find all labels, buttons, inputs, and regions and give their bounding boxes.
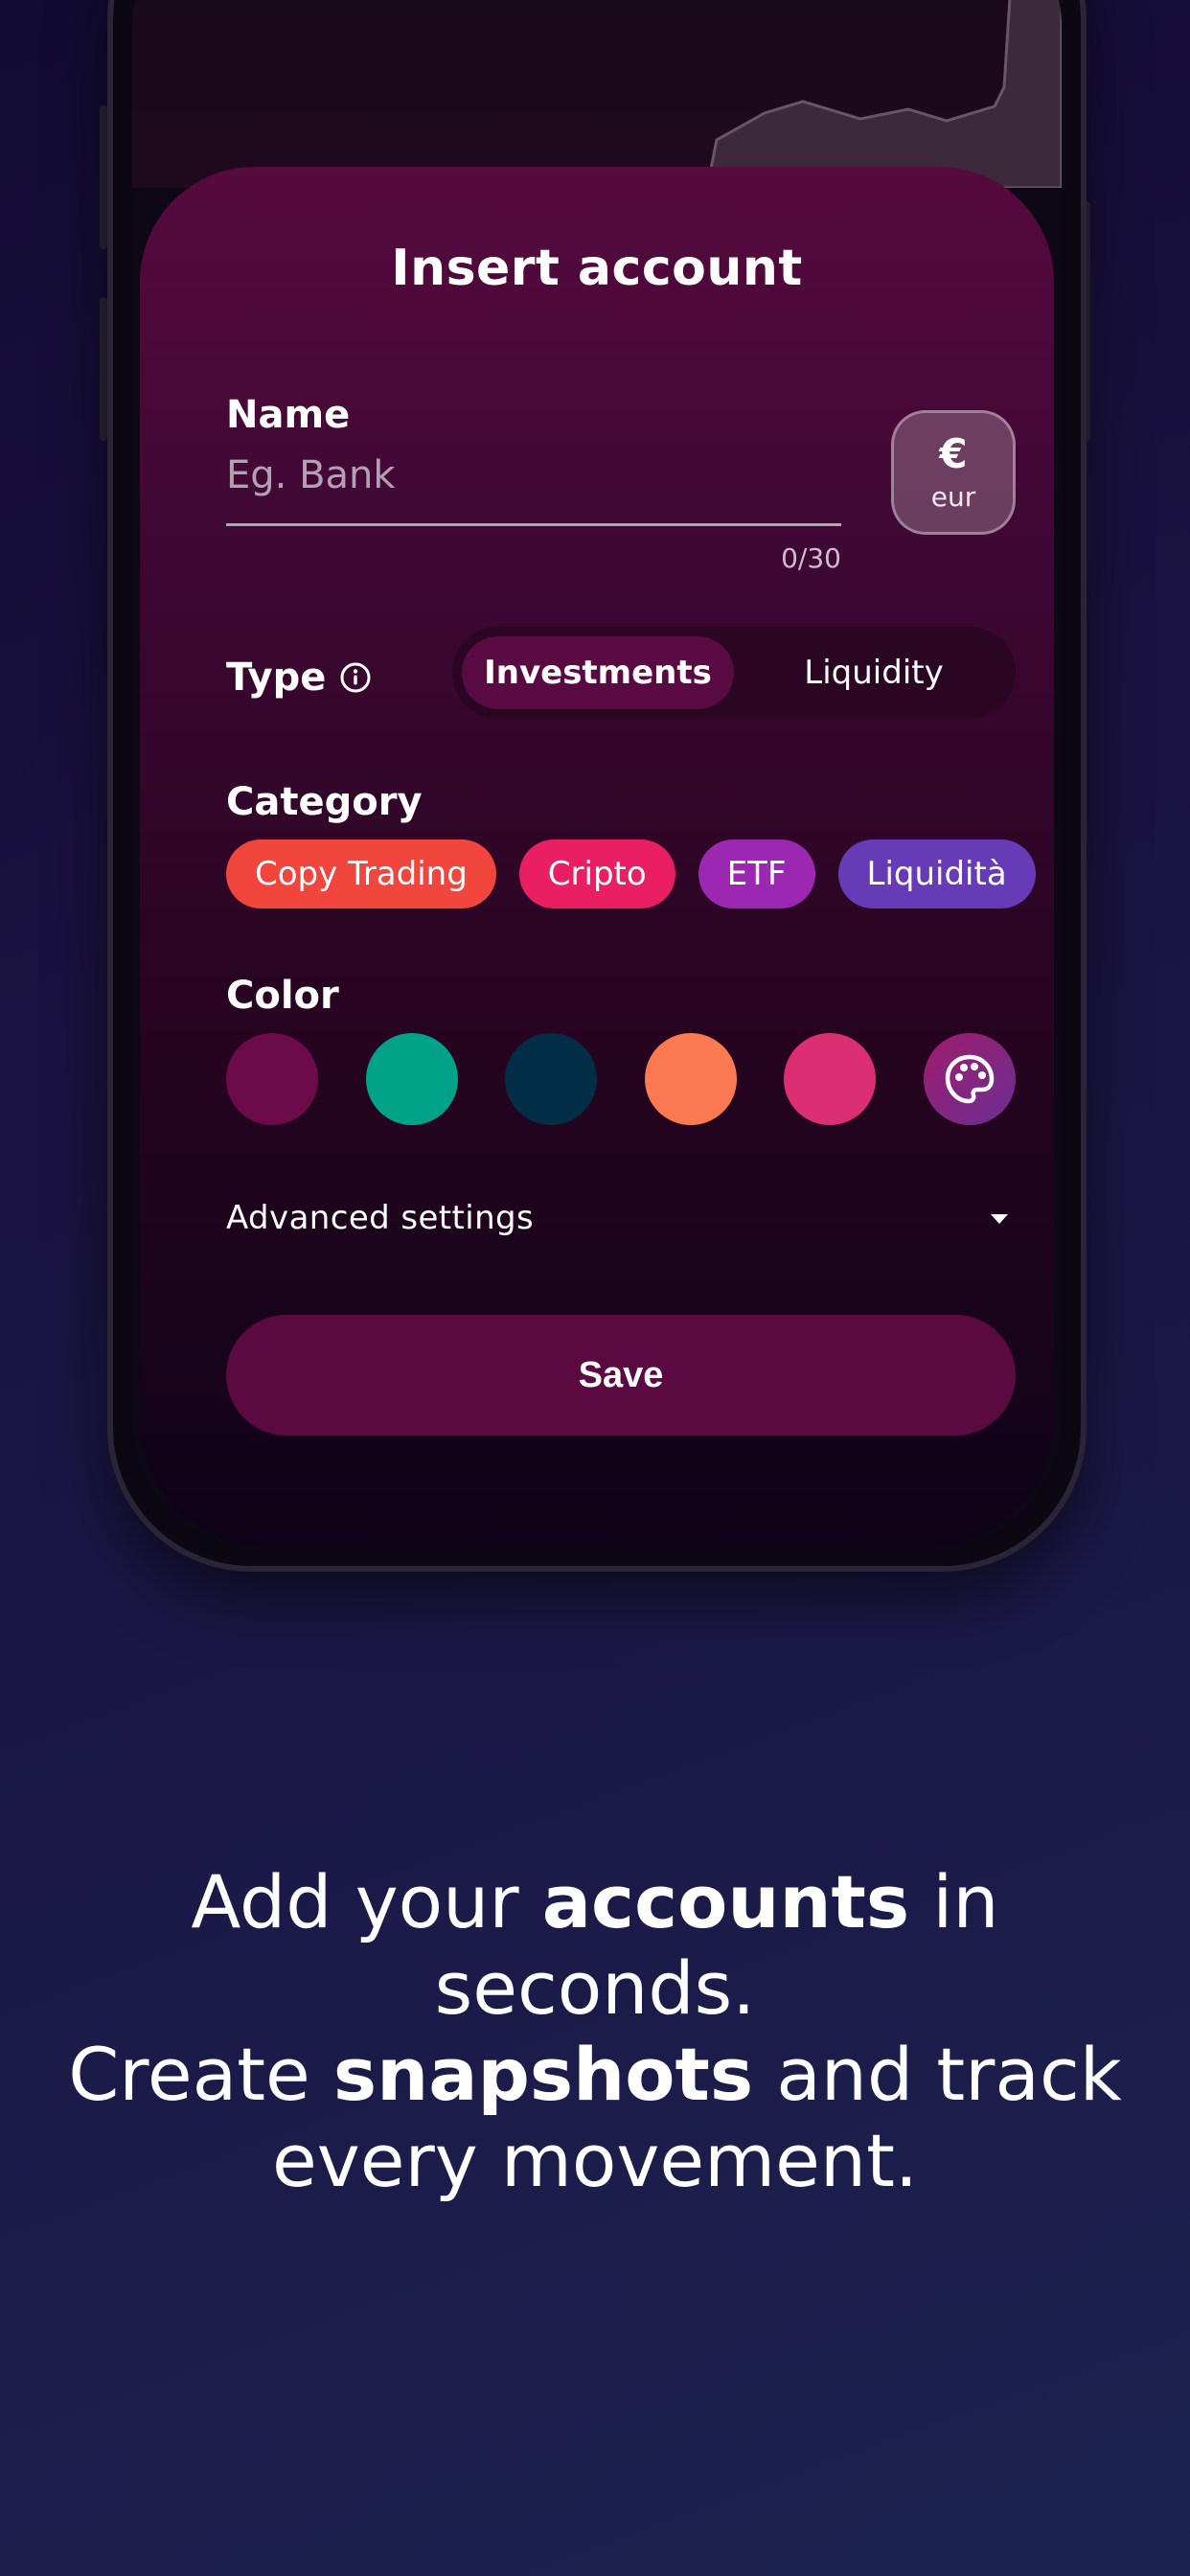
type-option-investments[interactable]: Investments xyxy=(462,636,734,709)
currency-code: eur xyxy=(930,480,976,513)
category-label: Category xyxy=(226,780,423,824)
info-icon[interactable] xyxy=(339,661,372,694)
tagline-text: Add your xyxy=(191,1859,542,1944)
tagline-highlight: accounts xyxy=(541,1859,910,1944)
currency-button[interactable]: € eur xyxy=(891,410,1016,535)
category-chip[interactable]: ETF xyxy=(698,840,815,908)
background-chart-area-path xyxy=(705,0,1062,188)
caret-down-icon xyxy=(991,1214,1008,1224)
phone-screen: Insert account Name 0/30 € eur Type Inv xyxy=(132,0,1062,1547)
save-button[interactable]: Save xyxy=(226,1315,1016,1436)
category-chip[interactable]: Copy Trading xyxy=(226,840,496,908)
color-label: Color xyxy=(226,974,339,1018)
name-label: Name xyxy=(226,393,351,437)
category-chip-list: Copy Trading Cripto ETF Liquidità Po xyxy=(226,840,1050,912)
tagline-text: Create xyxy=(68,2032,333,2117)
advanced-settings-toggle[interactable]: Advanced settings xyxy=(226,1192,1016,1244)
category-chip[interactable]: Cripto xyxy=(518,840,675,908)
type-option-liquidity[interactable]: Liquidity xyxy=(740,636,1008,709)
name-input[interactable] xyxy=(226,445,841,506)
color-swatch[interactable] xyxy=(365,1033,458,1125)
custom-color-button[interactable] xyxy=(923,1033,1016,1125)
advanced-settings-label: Advanced settings xyxy=(226,1199,535,1237)
background-chart xyxy=(705,0,1062,188)
type-segmented-control: Investments Liquidity xyxy=(452,627,1016,719)
insert-account-sheet: Insert account Name 0/30 € eur Type Inv xyxy=(140,167,1054,1547)
palette-icon xyxy=(945,1054,995,1104)
tagline-text: every movement. xyxy=(271,2118,919,2203)
color-swatch[interactable] xyxy=(505,1033,598,1125)
tagline-text: in xyxy=(909,1859,999,1944)
name-underline xyxy=(226,523,841,526)
marketing-tagline: Add your accounts in seconds. Create sna… xyxy=(57,1859,1133,2204)
phone-side-button xyxy=(100,105,107,249)
phone-side-button xyxy=(100,297,107,441)
type-label: Type xyxy=(226,656,327,700)
category-chip[interactable]: Liquidità xyxy=(837,840,1036,908)
type-label-row: Type xyxy=(226,656,372,700)
sheet-title: Insert account xyxy=(391,240,803,297)
tagline-text: seconds. xyxy=(434,1945,756,2031)
color-swatch[interactable] xyxy=(644,1033,737,1125)
color-swatch[interactable] xyxy=(226,1033,318,1125)
tagline-text: and track xyxy=(753,2032,1122,2117)
phone-frame: Insert account Name 0/30 € eur Type Inv xyxy=(107,0,1087,1572)
color-swatch-list xyxy=(226,1033,1016,1127)
color-swatch[interactable] xyxy=(784,1033,877,1125)
name-char-counter: 0/30 xyxy=(781,542,841,574)
euro-icon: € xyxy=(939,429,968,477)
tagline-highlight: snapshots xyxy=(332,2032,754,2117)
